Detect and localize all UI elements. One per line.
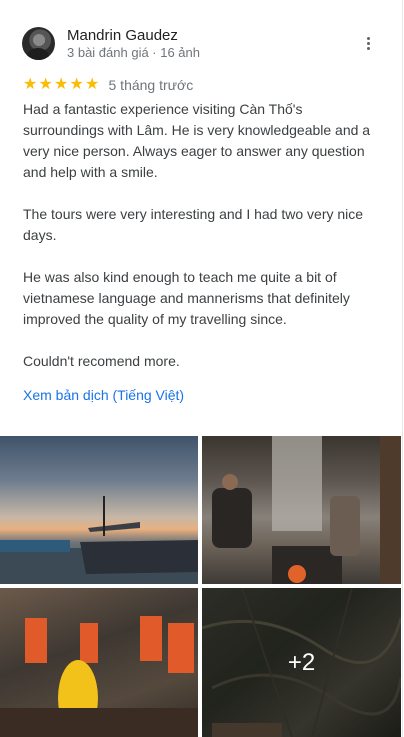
translate-link[interactable]: Xem bản dịch (Tiếng Việt) xyxy=(23,387,184,403)
review-photo-kitchen[interactable] xyxy=(202,436,401,584)
reviewer-meta: 3 bài đánh giá · 16 ảnh xyxy=(67,45,200,60)
rating-row: ★ ★ ★ ★ ★ 5 tháng trước xyxy=(23,76,193,94)
kitchen-illustration xyxy=(212,436,401,584)
review-photo-sunset-boats[interactable] xyxy=(0,436,198,584)
reviewer-name[interactable]: Mandrin Gaudez xyxy=(67,27,178,44)
review-time: 5 tháng trước xyxy=(108,77,194,93)
review-paragraph: Had a fantastic experience visiting Càn … xyxy=(23,101,371,180)
star-icon: ★ xyxy=(23,76,38,93)
avatar-photo xyxy=(27,34,49,60)
review-text: Had a fantastic experience visiting Càn … xyxy=(23,99,383,393)
review-paragraph: Couldn't recomend more. xyxy=(23,353,180,369)
star-icon: ★ xyxy=(69,76,84,93)
star-icon: ★ xyxy=(38,76,53,93)
boats-illustration xyxy=(0,496,198,584)
passengers-illustration xyxy=(0,616,198,737)
avatar[interactable] xyxy=(22,27,55,60)
star-icon: ★ xyxy=(85,76,100,93)
review-photo-more[interactable]: +2 xyxy=(202,588,401,737)
review-photo-boat-passengers[interactable] xyxy=(0,588,198,737)
more-vert-icon[interactable] xyxy=(358,35,378,55)
review-card: Mandrin Gaudez 3 bài đánh giá · 16 ảnh ★… xyxy=(0,0,403,737)
review-paragraph: He was also kind enough to teach me quit… xyxy=(23,269,350,327)
star-icon: ★ xyxy=(54,76,69,93)
review-paragraph: The tours were very interesting and I ha… xyxy=(23,206,364,243)
more-photos-count[interactable]: +2 xyxy=(202,588,401,737)
